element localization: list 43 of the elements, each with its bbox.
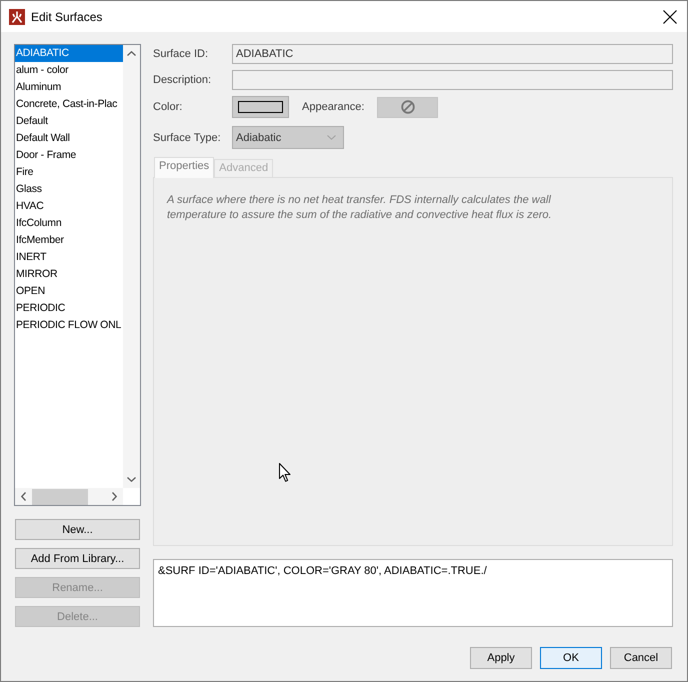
surface-list-item[interactable]: Fire bbox=[15, 164, 123, 181]
surface-list-item[interactable]: ADIABATIC bbox=[15, 45, 123, 62]
chevron-up-icon[interactable] bbox=[127, 51, 136, 56]
mouse-pointer-icon bbox=[279, 463, 291, 482]
list-action-button[interactable]: Add From Library... bbox=[15, 548, 140, 569]
window-title: Edit Surfaces bbox=[31, 10, 102, 24]
surface-list-item[interactable]: Door - Frame bbox=[15, 147, 123, 164]
scrollbar-thumb[interactable] bbox=[32, 488, 88, 504]
surface-list-item[interactable]: Aluminum bbox=[15, 79, 123, 96]
field-label: Surface ID: bbox=[153, 48, 210, 60]
dialog-button[interactable]: OK bbox=[540, 647, 602, 669]
surface-list-item[interactable]: PERIODIC bbox=[15, 300, 123, 317]
horizontal-scrollbar[interactable] bbox=[15, 488, 123, 505]
surface-list-item[interactable]: HVAC bbox=[15, 198, 123, 215]
surface-list-item[interactable]: IfcColumn bbox=[15, 215, 123, 232]
field-label: Surface Type: bbox=[153, 132, 222, 144]
field-label: Color: bbox=[153, 101, 184, 113]
app-logo-icon bbox=[9, 8, 25, 24]
surface-list-item[interactable]: Default bbox=[15, 113, 123, 130]
surface-list-item[interactable]: Concrete, Cast-in-Plac bbox=[15, 96, 123, 113]
dialog-button[interactable]: Cancel bbox=[610, 647, 672, 669]
tab[interactable]: Properties bbox=[154, 157, 214, 178]
surface-description-text: A surface where there is no net heat transfer. FDS internally calculates the wall temperature to assure the sum of the radiative and convective heat flux is zero. bbox=[167, 193, 553, 223]
surface-list-item[interactable]: IfcMember bbox=[15, 232, 123, 249]
surface-list-item[interactable]: alum - color bbox=[15, 62, 123, 79]
chevron-down-icon bbox=[327, 135, 336, 140]
chevron-down-icon[interactable] bbox=[127, 477, 136, 482]
surface-list-item[interactable]: OPEN bbox=[15, 283, 123, 300]
chevron-left-icon[interactable] bbox=[21, 492, 26, 501]
field-label: Description: bbox=[153, 74, 212, 86]
surface-list-item[interactable]: PERIODIC FLOW ONL bbox=[15, 317, 123, 334]
vertical-scrollbar[interactable] bbox=[123, 45, 140, 488]
dialog-button[interactable]: Apply bbox=[470, 647, 532, 669]
close-icon[interactable] bbox=[663, 10, 677, 24]
surface-list-item[interactable]: MIRROR bbox=[15, 266, 123, 283]
surface-list-item[interactable]: Default Wall bbox=[15, 130, 123, 147]
no-symbol-icon bbox=[400, 100, 414, 114]
surface-list-item[interactable]: INERT bbox=[15, 249, 123, 266]
chevron-right-icon[interactable] bbox=[112, 492, 117, 501]
fds-record-text-area[interactable]: &SURF ID='ADIABATIC', COLOR='GRAY 80', ADIABATIC=.TRUE./ bbox=[153, 559, 673, 627]
list-action-button[interactable]: New... bbox=[15, 519, 140, 540]
field-label: Appearance: bbox=[302, 101, 366, 113]
surface-list-item[interactable]: Glass bbox=[15, 181, 123, 198]
